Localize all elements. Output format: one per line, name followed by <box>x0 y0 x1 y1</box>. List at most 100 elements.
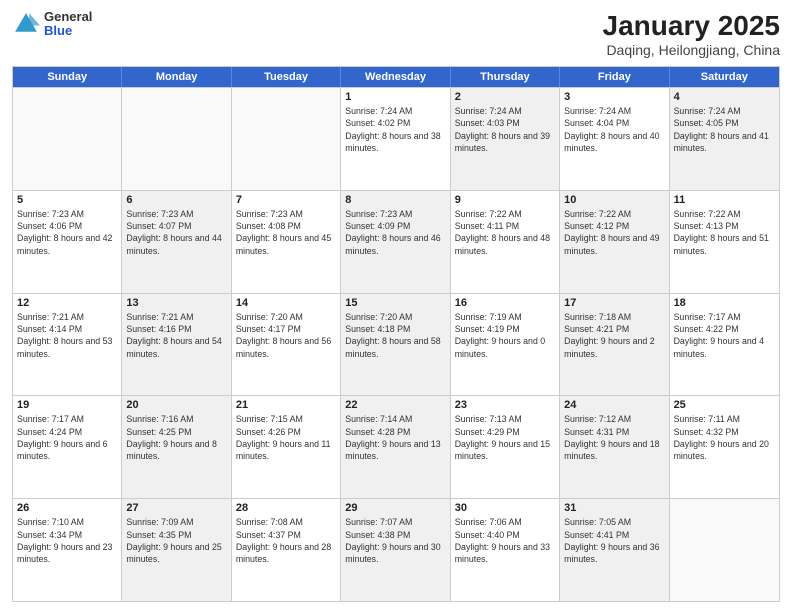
calendar-cell: 3Sunrise: 7:24 AM Sunset: 4:04 PM Daylig… <box>560 88 669 190</box>
calendar-cell <box>122 88 231 190</box>
cell-info: Sunrise: 7:23 AM Sunset: 4:09 PM Dayligh… <box>345 208 445 257</box>
day-number: 5 <box>17 194 117 206</box>
day-number: 24 <box>564 399 664 411</box>
page-subtitle: Daqing, Heilongjiang, China <box>603 42 780 58</box>
day-number: 27 <box>126 502 226 514</box>
cell-info: Sunrise: 7:23 AM Sunset: 4:08 PM Dayligh… <box>236 208 336 257</box>
cell-info: Sunrise: 7:24 AM Sunset: 4:05 PM Dayligh… <box>674 105 775 154</box>
calendar-cell: 17Sunrise: 7:18 AM Sunset: 4:21 PM Dayli… <box>560 294 669 396</box>
day-number: 2 <box>455 91 555 103</box>
cell-info: Sunrise: 7:21 AM Sunset: 4:16 PM Dayligh… <box>126 311 226 360</box>
cell-info: Sunrise: 7:19 AM Sunset: 4:19 PM Dayligh… <box>455 311 555 360</box>
day-number: 23 <box>455 399 555 411</box>
day-number: 11 <box>674 194 775 206</box>
calendar-cell: 21 Sunrise: 7:15 AM Sunset: 4:26 PM Dayli… <box>232 396 341 498</box>
calendar-row: 1 Sunrise: 7:24 AM Sunset: 4:02 PM Daylig… <box>13 87 779 190</box>
day-number: 10 <box>564 194 664 206</box>
logo-icon <box>12 10 40 38</box>
day-number: 1 <box>345 91 445 103</box>
cell-info: Sunrise: 7:24 AM Sunset: 4:04 PM Dayligh… <box>564 105 664 154</box>
cell-info: Sunrise: 7:22 AM Sunset: 4:11 PM Dayligh… <box>455 208 555 257</box>
cell-info: Sunrise: 7:17 AM Sunset: 4:24 PM Dayligh… <box>17 413 117 462</box>
calendar-row: 19 Sunrise: 7:17 AM Sunset: 4:24 PM Dayli… <box>13 395 779 498</box>
calendar-cell: 24Sunrise: 7:12 AM Sunset: 4:31 PM Dayli… <box>560 396 669 498</box>
calendar-row: 12 Sunrise: 7:21 AM Sunset: 4:14 PM Dayli… <box>13 293 779 396</box>
calendar-cell: 31Sunrise: 7:05 AM Sunset: 4:41 PM Dayli… <box>560 499 669 601</box>
cell-info: Sunrise: 7:22 AM Sunset: 4:13 PM Dayligh… <box>674 208 775 257</box>
calendar-cell: 20Sunrise: 7:16 AM Sunset: 4:25 PM Dayli… <box>122 396 231 498</box>
calendar-body: 1 Sunrise: 7:24 AM Sunset: 4:02 PM Daylig… <box>13 87 779 601</box>
cell-info: Sunrise: 7:08 AM Sunset: 4:37 PM Dayligh… <box>236 516 336 565</box>
calendar-cell: 30Sunrise: 7:06 AM Sunset: 4:40 PM Dayli… <box>451 499 560 601</box>
calendar-cell: 27 Sunrise: 7:09 AM Sunset: 4:35 PM Dayli… <box>122 499 231 601</box>
cell-info: Sunrise: 7:23 AM Sunset: 4:07 PM Dayligh… <box>126 208 226 257</box>
logo-general: General <box>44 10 92 24</box>
calendar-cell: 10 Sunrise: 7:22 AM Sunset: 4:12 PM Dayli… <box>560 191 669 293</box>
day-number: 21 <box>236 399 336 411</box>
cell-info: Sunrise: 7:10 AM Sunset: 4:34 PM Dayligh… <box>17 516 117 565</box>
calendar-cell: 18 Sunrise: 7:17 AM Sunset: 4:22 PM Dayli… <box>670 294 779 396</box>
logo: General Blue <box>12 10 92 39</box>
day-number: 6 <box>126 194 226 206</box>
cell-info: Sunrise: 7:09 AM Sunset: 4:35 PM Dayligh… <box>126 516 226 565</box>
calendar-cell: 8Sunrise: 7:23 AM Sunset: 4:09 PM Daylig… <box>341 191 450 293</box>
cell-info: Sunrise: 7:11 AM Sunset: 4:32 PM Dayligh… <box>674 413 775 462</box>
cell-info: Sunrise: 7:24 AM Sunset: 4:03 PM Dayligh… <box>455 105 555 154</box>
calendar-cell: 13 Sunrise: 7:21 AM Sunset: 4:16 PM Dayli… <box>122 294 231 396</box>
day-number: 14 <box>236 297 336 309</box>
day-number: 30 <box>455 502 555 514</box>
weekday-header: Sunday <box>13 67 122 87</box>
day-number: 18 <box>674 297 775 309</box>
cell-info: Sunrise: 7:05 AM Sunset: 4:41 PM Dayligh… <box>564 516 664 565</box>
calendar-cell: 28 Sunrise: 7:08 AM Sunset: 4:37 PM Dayli… <box>232 499 341 601</box>
weekday-header: Friday <box>560 67 669 87</box>
calendar-cell: 1 Sunrise: 7:24 AM Sunset: 4:02 PM Daylig… <box>341 88 450 190</box>
day-number: 17 <box>564 297 664 309</box>
calendar-cell: 11 Sunrise: 7:22 AM Sunset: 4:13 PM Dayli… <box>670 191 779 293</box>
cell-info: Sunrise: 7:21 AM Sunset: 4:14 PM Dayligh… <box>17 311 117 360</box>
day-number: 13 <box>126 297 226 309</box>
cell-info: Sunrise: 7:17 AM Sunset: 4:22 PM Dayligh… <box>674 311 775 360</box>
day-number: 19 <box>17 399 117 411</box>
day-number: 9 <box>455 194 555 206</box>
day-number: 26 <box>17 502 117 514</box>
page-title: January 2025 <box>603 10 780 42</box>
calendar-cell: 6 Sunrise: 7:23 AM Sunset: 4:07 PM Daylig… <box>122 191 231 293</box>
weekday-header: Wednesday <box>341 67 450 87</box>
calendar-cell: 5Sunrise: 7:23 AM Sunset: 4:06 PM Daylig… <box>13 191 122 293</box>
day-number: 22 <box>345 399 445 411</box>
page: General Blue January 2025 Daqing, Heilon… <box>0 0 792 612</box>
cell-info: Sunrise: 7:24 AM Sunset: 4:02 PM Dayligh… <box>345 105 445 154</box>
day-number: 28 <box>236 502 336 514</box>
calendar-row: 5Sunrise: 7:23 AM Sunset: 4:06 PM Daylig… <box>13 190 779 293</box>
day-number: 4 <box>674 91 775 103</box>
calendar-cell: 22Sunrise: 7:14 AM Sunset: 4:28 PM Dayli… <box>341 396 450 498</box>
calendar-cell <box>13 88 122 190</box>
day-number: 12 <box>17 297 117 309</box>
title-block: January 2025 Daqing, Heilongjiang, China <box>603 10 780 58</box>
weekday-header: Tuesday <box>232 67 341 87</box>
calendar-cell: 14 Sunrise: 7:20 AM Sunset: 4:17 PM Dayli… <box>232 294 341 396</box>
cell-info: Sunrise: 7:22 AM Sunset: 4:12 PM Dayligh… <box>564 208 664 257</box>
cell-info: Sunrise: 7:20 AM Sunset: 4:17 PM Dayligh… <box>236 311 336 360</box>
calendar: SundayMondayTuesdayWednesdayThursdayFrid… <box>12 66 780 602</box>
calendar-cell: 4 Sunrise: 7:24 AM Sunset: 4:05 PM Daylig… <box>670 88 779 190</box>
day-number: 16 <box>455 297 555 309</box>
cell-info: Sunrise: 7:13 AM Sunset: 4:29 PM Dayligh… <box>455 413 555 462</box>
calendar-cell <box>670 499 779 601</box>
calendar-cell: 9 Sunrise: 7:22 AM Sunset: 4:11 PM Daylig… <box>451 191 560 293</box>
cell-info: Sunrise: 7:07 AM Sunset: 4:38 PM Dayligh… <box>345 516 445 565</box>
logo-blue: Blue <box>44 24 92 38</box>
day-number: 29 <box>345 502 445 514</box>
cell-info: Sunrise: 7:15 AM Sunset: 4:26 PM Dayligh… <box>236 413 336 462</box>
day-number: 15 <box>345 297 445 309</box>
calendar-cell: 23 Sunrise: 7:13 AM Sunset: 4:29 PM Dayli… <box>451 396 560 498</box>
weekday-header: Saturday <box>670 67 779 87</box>
calendar-cell <box>232 88 341 190</box>
day-number: 25 <box>674 399 775 411</box>
day-number: 7 <box>236 194 336 206</box>
logo-text: General Blue <box>44 10 92 39</box>
calendar-cell: 16 Sunrise: 7:19 AM Sunset: 4:19 PM Dayli… <box>451 294 560 396</box>
calendar-row: 26 Sunrise: 7:10 AM Sunset: 4:34 PM Dayli… <box>13 498 779 601</box>
calendar-cell: 29 Sunrise: 7:07 AM Sunset: 4:38 PM Dayli… <box>341 499 450 601</box>
